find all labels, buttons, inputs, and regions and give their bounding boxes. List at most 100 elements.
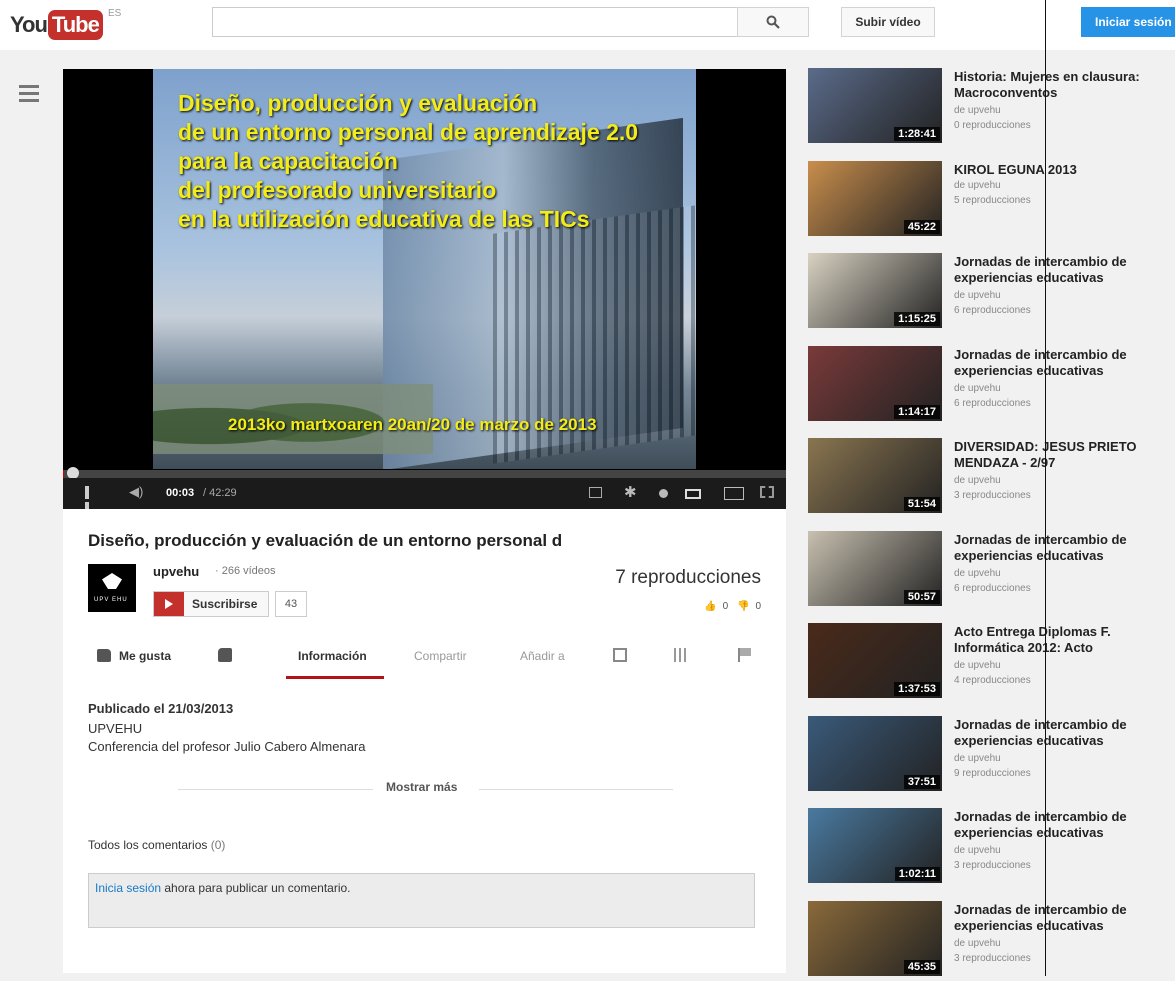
channel-video-count[interactable]: · 266 vídeos <box>215 565 276 577</box>
related-video-channel[interactable]: de upvehu <box>954 105 1001 116</box>
related-video-views: 9 reproducciones <box>954 767 1031 779</box>
subscribe-button[interactable]: Suscribirse <box>153 591 269 617</box>
player-controls: ◀) 00:03 / 42:29 ✱ <box>63 478 786 515</box>
search-button[interactable] <box>737 7 809 37</box>
slide-title-line: en la utilización educativa de las TICs <box>178 206 590 232</box>
related-video-views: 3 reproducciones <box>954 952 1031 964</box>
related-video-title[interactable]: Jornadas de intercambio de experiencias … <box>954 532 1174 564</box>
captions-icon[interactable] <box>589 487 602 498</box>
guide-menu-icon[interactable] <box>19 85 39 105</box>
related-video-views: 6 reproducciones <box>954 305 1031 316</box>
related-video-channel[interactable]: de upvehu <box>954 568 1001 579</box>
show-more-button[interactable]: Mostrar más <box>386 780 457 794</box>
stats-icon[interactable] <box>674 648 686 662</box>
related-video-channel[interactable]: de upvehu <box>954 845 1001 856</box>
related-video-views: 5 reproducciones <box>954 194 1031 206</box>
related-video-item[interactable]: 45:22 KIROL EGUNA 2013 de upvehu 5 reproduc… <box>808 160 1175 241</box>
flag-icon[interactable] <box>738 648 754 662</box>
fullscreen-icon[interactable] <box>760 486 774 498</box>
like-button[interactable]: Me gusta <box>97 649 171 663</box>
signin-link[interactable]: Inicia sesión <box>95 881 161 895</box>
related-video-item[interactable]: 50:57 Jornadas de intercambio de experien… <box>808 530 1175 611</box>
action-tabs: Me gusta Información Compartir Añadir a <box>63 632 786 681</box>
progress-bar[interactable] <box>63 467 786 479</box>
comment-prompt: ahora para publicar un comentario. <box>161 881 351 895</box>
masthead: You Tube ES Subir vídeo Iniciar sesión <box>0 0 1175 50</box>
video-duration: 1:14:17 <box>894 404 940 419</box>
related-video-title[interactable]: Jornadas de intercambio de experiencias … <box>954 717 1174 749</box>
related-video-title[interactable]: DIVERSIDAD: JESUS PRIETO MENDAZA - 2/97 <box>954 439 1174 471</box>
large-player-icon[interactable] <box>724 487 744 500</box>
related-video-item[interactable]: 1:37:53 Acto Entrega Diplomas F. Informát… <box>808 623 1175 703</box>
small-player-icon[interactable] <box>685 489 701 499</box>
upload-button[interactable]: Subir vídeo <box>841 7 935 37</box>
related-video-item[interactable]: 1:15:25 Jornadas de intercambio de experi… <box>808 253 1175 333</box>
video-duration: 45:22 <box>903 219 940 234</box>
signin-button[interactable]: Iniciar sesión <box>1081 7 1175 37</box>
related-video-title[interactable]: Jornadas de intercambio de experiencias … <box>954 902 1174 934</box>
logo-tube-text: Tube <box>47 10 103 40</box>
thumbs-up-icon: 👍 <box>704 601 717 612</box>
related-video-item[interactable]: 1:28:41 Historia: Mujeres en clausura: Ma… <box>808 68 1175 148</box>
transcript-icon[interactable] <box>613 648 627 662</box>
channel-link[interactable]: upvehu <box>153 564 199 579</box>
related-video-channel[interactable]: de upvehu <box>954 660 1001 671</box>
video-duration: 45:35 <box>903 959 940 974</box>
video-thumbnail[interactable]: 45:35 <box>808 900 942 976</box>
related-video-item[interactable]: 37:51 Jornadas de intercambio de experien… <box>808 715 1175 796</box>
video-thumbnail[interactable]: 1:15:25 <box>808 253 942 328</box>
related-video-title[interactable]: Jornadas de intercambio de experiencias … <box>954 347 1174 379</box>
related-video-channel[interactable]: de upvehu <box>954 290 1001 301</box>
tab-share[interactable]: Compartir <box>414 649 467 663</box>
comments-heading: Todos los comentarios (0) <box>88 838 225 852</box>
related-video-channel[interactable]: de upvehu <box>954 383 1001 394</box>
related-video-title[interactable]: KIROL EGUNA 2013 <box>954 162 1174 178</box>
dislike-button[interactable] <box>218 648 232 662</box>
video-duration: 51:54 <box>903 497 940 511</box>
description-panel: Publicado el 21/03/2013 UPVEHU Conferenc… <box>63 680 786 973</box>
search-input[interactable] <box>212 7 809 37</box>
related-video-views: 4 reproducciones <box>954 675 1031 686</box>
view-count: 7 reproducciones <box>615 567 761 588</box>
related-video-item[interactable]: 51:54 DIVERSIDAD: JESUS PRIETO MENDAZA - … <box>808 438 1175 518</box>
progress-fill <box>63 470 64 478</box>
pause-icon[interactable] <box>85 486 98 515</box>
video-title: Diseño, producción y evaluación de un en… <box>88 531 563 550</box>
related-video-channel[interactable]: de upvehu <box>954 180 1001 191</box>
related-video-title[interactable]: Jornadas de intercambio de experiencias … <box>954 254 1174 286</box>
thumbs-down-icon: 👎 <box>736 601 750 612</box>
video-thumbnail[interactable]: 1:14:17 <box>808 345 942 421</box>
video-thumbnail[interactable]: 37:51 <box>808 715 942 791</box>
comment-box[interactable]: Inicia sesión ahora para publicar un com… <box>88 873 755 928</box>
slide-title-line: Diseño, producción y evaluación <box>178 90 538 116</box>
like-count: 0 <box>722 601 729 612</box>
video-thumbnail[interactable]: 1:02:11 <box>808 808 942 883</box>
related-video-title[interactable]: Jornadas de intercambio de experiencias … <box>954 809 1174 841</box>
volume-icon[interactable]: ◀) <box>129 484 143 500</box>
video-thumbnail[interactable]: 1:28:41 <box>808 68 942 143</box>
video-thumbnail[interactable]: 1:37:53 <box>808 623 942 698</box>
video-thumbnail[interactable]: 50:57 <box>808 530 942 606</box>
avatar[interactable]: UPV EHU <box>88 564 136 612</box>
related-video-channel[interactable]: de upvehu <box>954 938 1001 949</box>
dislike-count: 0 <box>755 601 761 612</box>
upv-logo-icon <box>102 573 122 589</box>
tab-add-to[interactable]: Añadir a <box>520 649 565 663</box>
related-video-item[interactable]: 1:14:17 Jornadas de intercambio de experi… <box>808 345 1175 426</box>
related-video-channel[interactable]: de upvehu <box>954 475 1001 486</box>
gear-icon[interactable]: ✱ <box>624 483 637 501</box>
related-video-title[interactable]: Acto Entrega Diplomas F. Informática 201… <box>954 624 1174 656</box>
annotations-icon[interactable] <box>659 489 668 498</box>
related-video-item[interactable]: 1:02:11 Jornadas de intercambio de experi… <box>808 808 1175 888</box>
youtube-logo[interactable]: You Tube ES <box>10 8 121 40</box>
related-video-item[interactable]: 45:35 Jornadas de intercambio de experien… <box>808 900 1175 981</box>
divider <box>178 789 373 790</box>
video-player[interactable]: Diseño, producción y evaluación de un en… <box>63 69 786 515</box>
tab-info[interactable]: Información <box>298 649 367 663</box>
video-frame[interactable]: Diseño, producción y evaluación de un en… <box>153 69 696 469</box>
slide-title-line: del profesorado universitario <box>178 177 497 203</box>
video-thumbnail[interactable]: 45:22 <box>808 160 942 236</box>
related-video-channel[interactable]: de upvehu <box>954 753 1001 764</box>
video-thumbnail[interactable]: 51:54 <box>808 438 942 513</box>
related-video-title[interactable]: Historia: Mujeres en clausura: Macroconv… <box>954 69 1174 101</box>
